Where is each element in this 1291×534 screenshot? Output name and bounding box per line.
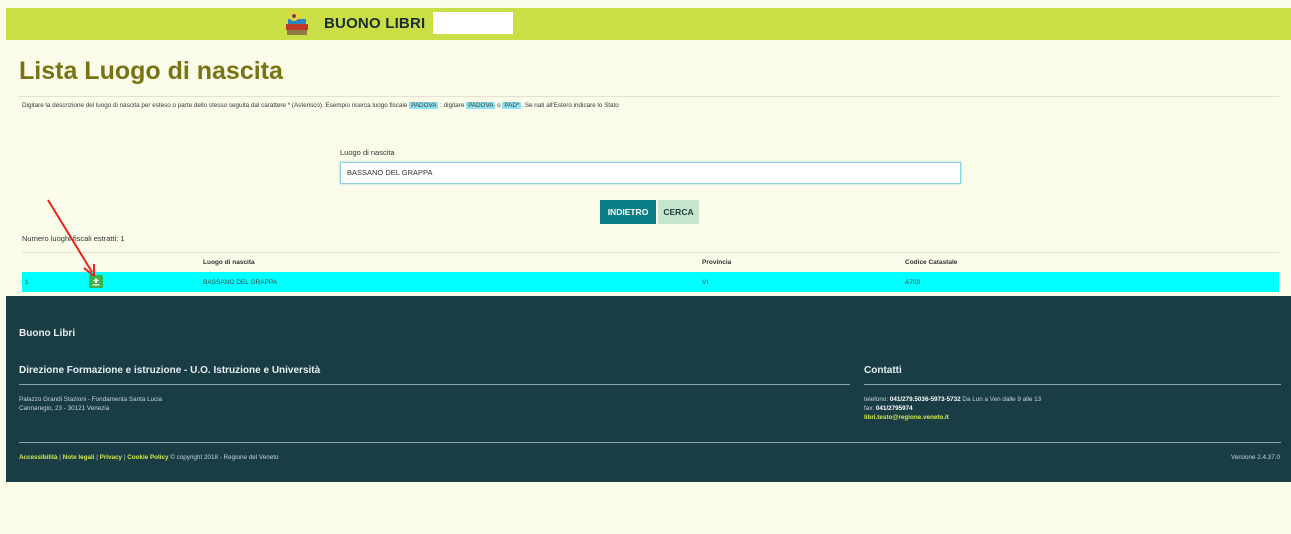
footer: Buono Libri Direzione Formazione e istru… [6,296,1291,482]
footer-email-link[interactable]: libri.testo@regione.veneto.it [864,413,1041,422]
top-bar: BUONO LIBRI [6,8,1291,40]
instructions-text-2: : digitare [438,102,467,109]
footer-address-line2: Cannaregio, 23 - 30121 Venezia [19,405,110,412]
footer-link-privacy[interactable]: Privacy [100,454,122,461]
birthplace-label: Luogo di nascita [340,148,395,157]
cell-provincia: VI [702,279,709,286]
footer-contacts-title: Contatti [864,365,902,376]
table-header: Luogo di nascita Provincia Codice Catast… [22,252,1279,270]
footer-copyright: © copyright 2018 - Regione del Veneto [168,454,279,461]
back-button[interactable]: INDIETRO [600,200,656,224]
footer-link-accessibility[interactable]: Accessibilità [19,454,58,461]
search-instructions: Digitare la descrizione del luogo di nas… [22,102,619,109]
footer-link-legal[interactable]: Note legali [63,454,95,461]
app-title-box [433,12,513,34]
title-divider [19,96,1279,97]
col-header-provincia: Provincia [702,259,732,266]
cell-luogo: BASSANO DEL GRAPPA [203,279,278,286]
instructions-example-3: PAD* [502,102,522,109]
page: BUONO LIBRI Lista Luogo di nascita Digit… [6,8,1291,307]
footer-divider-bottom [19,442,1281,443]
instructions-text-1: Digitare la descrizione del luogo di nas… [22,102,410,109]
birthplace-input[interactable]: BASSANO DEL GRAPPA [340,162,961,184]
instructions-text-4: . Se nati all'Estero indicare lo Stato [521,102,619,109]
col-header-luogo: Luogo di nascita [203,259,255,266]
footer-brand: Buono Libri [19,328,76,339]
footer-divider-right [864,384,1281,385]
table-row[interactable]: 1 BASSANO DEL GRAPPA VI A703 [22,272,1279,292]
select-row-icon [92,278,100,286]
footer-phone-number: 041/279.5036-5973-5732 [889,396,961,403]
footer-links: Accessibilità | Note legali | Privacy | … [19,454,279,461]
select-row-button[interactable] [89,275,103,288]
page-title: Lista Luogo di nascita [19,57,283,85]
footer-link-cookie[interactable]: Cookie Policy [127,454,168,461]
instructions-example-2: PADOVA [466,102,496,109]
footer-phone: telefono: 041/279.5036-5973-5732 Da Lun … [864,396,1042,403]
result-count: Numero luoghi fiscali estratti: 1 [22,234,125,243]
footer-address-line1: Palazzo Grandi Stazioni - Fondamenta San… [19,396,163,403]
cell-codice: A703 [905,279,921,286]
footer-fax-number: 041/2795974 [875,405,913,412]
footer-version: Versione 2.4.37.0 [1230,454,1280,461]
search-button[interactable]: CERCA [658,200,699,224]
footer-divider-left [19,384,850,385]
col-header-codice: Codice Catastale [905,259,958,266]
footer-contacts: telefono: 041/279.5036-5973-5732 Da Lun … [864,395,1041,422]
footer-fax: fax: 041/2795974 [864,405,913,412]
footer-department: Direzione Formazione e istruzione - U.O.… [19,365,321,376]
main-content: Lista Luogo di nascita Digitare la descr… [6,40,1291,307]
instructions-example-1: PADOVA [409,102,439,109]
footer-address: Palazzo Grandi Stazioni - Fondamenta San… [19,395,162,413]
app-title: BUONO LIBRI [324,15,426,32]
row-index: 1 [25,279,29,286]
books-logo-icon [286,11,308,35]
